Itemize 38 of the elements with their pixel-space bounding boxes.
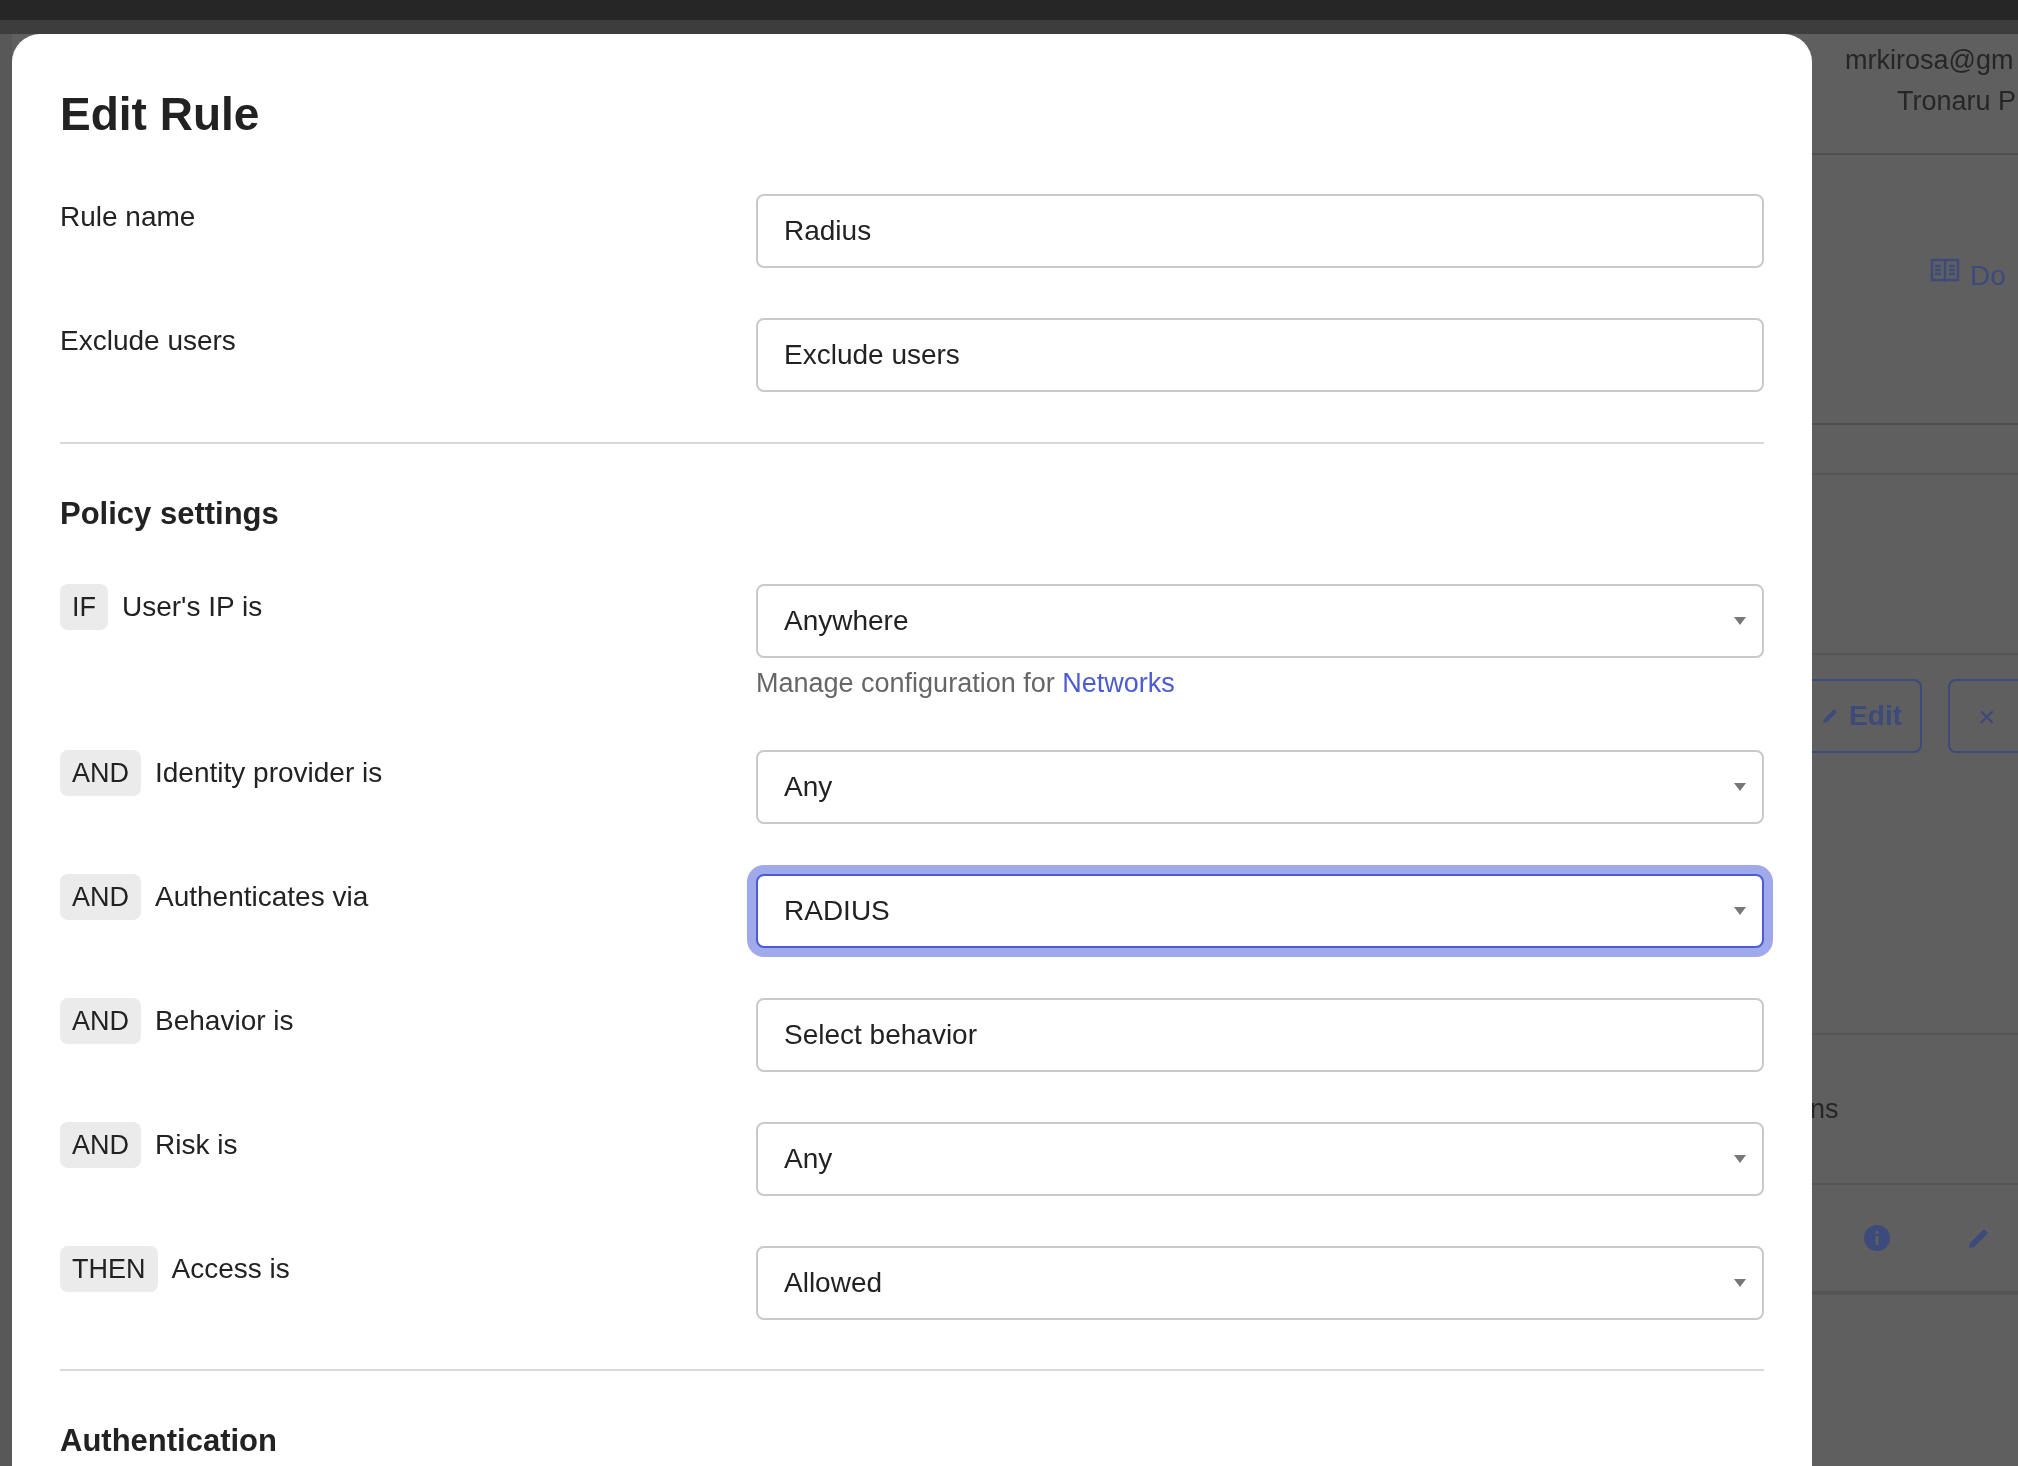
networks-link[interactable]: Networks [1062, 668, 1175, 698]
field-label: Exclude users [60, 325, 236, 356]
organization-name: Tronaru P [1897, 84, 2017, 118]
input-field[interactable]: Radius [756, 194, 1764, 268]
condition-label: Access is [171, 1252, 290, 1286]
select-dropdown[interactable]: Anywhere [756, 584, 1764, 658]
operator-badge: AND [60, 750, 141, 796]
info-icon [1864, 1225, 1890, 1251]
field-label: Rule name [60, 201, 196, 232]
condition-label: Identity provider is [155, 756, 383, 790]
caret-icon [1734, 617, 1746, 625]
pencil-icon [1821, 707, 1840, 725]
book-icon [1930, 258, 1960, 284]
input-field[interactable]: Exclude users [756, 318, 1764, 392]
column-header: ns [1812, 1092, 1839, 1126]
condition-label: User's IP is [122, 590, 263, 624]
pencil-icon[interactable] [1968, 1227, 1990, 1249]
input-field[interactable]: Select behavior [756, 998, 1764, 1072]
select-dropdown[interactable]: Any [756, 750, 1764, 824]
caret-icon [1734, 1155, 1746, 1163]
select-dropdown[interactable]: Any [756, 1122, 1764, 1196]
operator-badge: THEN [60, 1246, 158, 1292]
operator-badge: AND [60, 1122, 141, 1168]
caret-icon [1734, 907, 1746, 915]
caret-icon [1734, 1279, 1746, 1287]
select-dropdown[interactable]: Allowed [756, 1246, 1764, 1320]
dialog-title: Edit Rule [60, 87, 261, 142]
caret-icon [1734, 783, 1746, 791]
condition-label: Behavior is [155, 1004, 294, 1038]
operator-badge: AND [60, 874, 141, 920]
help-text: Manage configuration for Networks [756, 667, 1176, 700]
operator-badge: AND [60, 998, 141, 1044]
section-title: Policy settings [60, 496, 280, 532]
condition-label: Authenticates via [155, 880, 369, 914]
condition-label: Risk is [155, 1128, 238, 1162]
section-title: Authentication [60, 1423, 278, 1459]
operator-badge: IF [60, 584, 108, 630]
user-email: mrkirosa@gm [1845, 44, 2014, 77]
